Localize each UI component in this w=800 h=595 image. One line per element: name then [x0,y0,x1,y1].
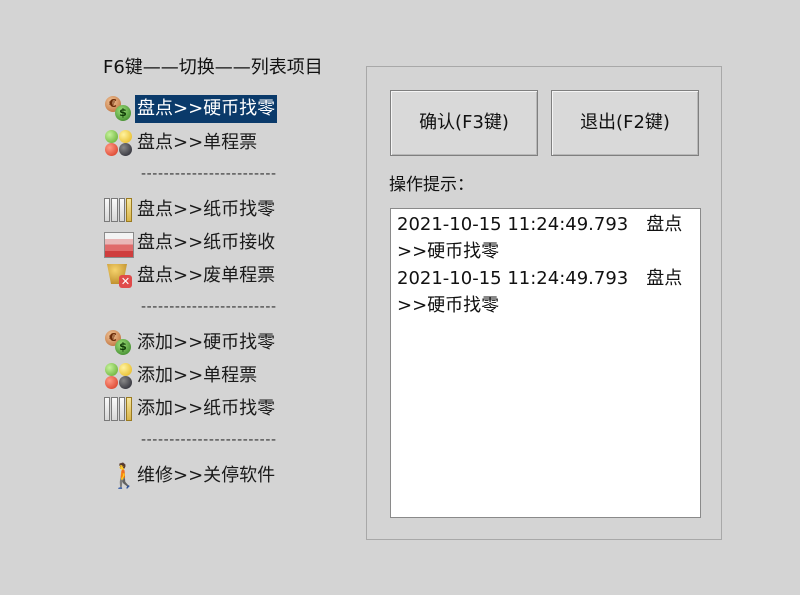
menu-item-add-coin-change[interactable]: € $ 添加>>硬币找零 [103,328,277,358]
menu-item-count-coin-change[interactable]: € $ 盘点>>硬币找零 [103,94,278,124]
log-entry: 2021-10-15 11:24:49.793 盘点>>硬币找零 [397,268,683,316]
banknote-stack-icon [103,228,135,258]
traffic-dots-icon [103,361,135,391]
menu-item-label: 添加>>硬币找零 [137,332,276,353]
exit-button[interactable]: 退出(F2键) [551,90,699,156]
coins-icon: € $ [103,328,135,358]
menu-item-maintenance-shutdown[interactable]: 🚶 维修>>关停软件 [103,461,277,491]
discard-ticket-icon: ✕ [103,261,135,291]
hint-label: 操作提示： [389,175,474,195]
walking-person-icon: 🚶 [109,462,139,490]
traffic-dots-icon [103,128,135,158]
menu-header: F6键——切换——列表项目 [103,57,323,78]
menu-item-add-bill-change[interactable]: 添加>>纸币找零 [103,394,277,424]
menu-item-count-single-ticket[interactable]: 盘点>>单程票 [103,128,259,158]
menu-item-count-discarded-ticket[interactable]: ✕ 盘点>>废单程票 [103,261,277,291]
menu-item-label: 维修>>关停软件 [137,465,276,486]
menu-item-label: 盘点>>纸币接收 [137,232,276,253]
menu-item-count-bill-receive[interactable]: 盘点>>纸币接收 [103,228,277,258]
menu-item-label: 盘点>>废单程票 [137,265,276,286]
operation-log[interactable]: 2021-10-15 11:24:49.793 盘点>>硬币找零 2021-10… [390,208,701,518]
menu-item-label: 盘点>>硬币找零 [135,95,278,123]
menu-item-label: 添加>>单程票 [137,365,258,386]
action-panel: 确认(F3键) 退出(F2键) 操作提示： 2021-10-15 11:24:4… [366,66,722,540]
menu-item-label: 盘点>>单程票 [137,132,258,153]
bills-icon [103,394,135,424]
bills-icon [103,195,135,225]
separator: ------------------------ [141,166,277,182]
separator: ------------------------ [141,299,277,315]
menu-item-add-single-ticket[interactable]: 添加>>单程票 [103,361,259,391]
menu-item-label: 添加>>纸币找零 [137,398,276,419]
confirm-button[interactable]: 确认(F3键) [390,90,538,156]
menu-item-count-bill-change[interactable]: 盘点>>纸币找零 [103,195,277,225]
log-entry: 2021-10-15 11:24:49.793 盘点>>硬币找零 [397,214,683,262]
separator: ------------------------ [141,432,277,448]
menu-item-label: 盘点>>纸币找零 [137,199,276,220]
coins-icon: € $ [103,94,135,124]
